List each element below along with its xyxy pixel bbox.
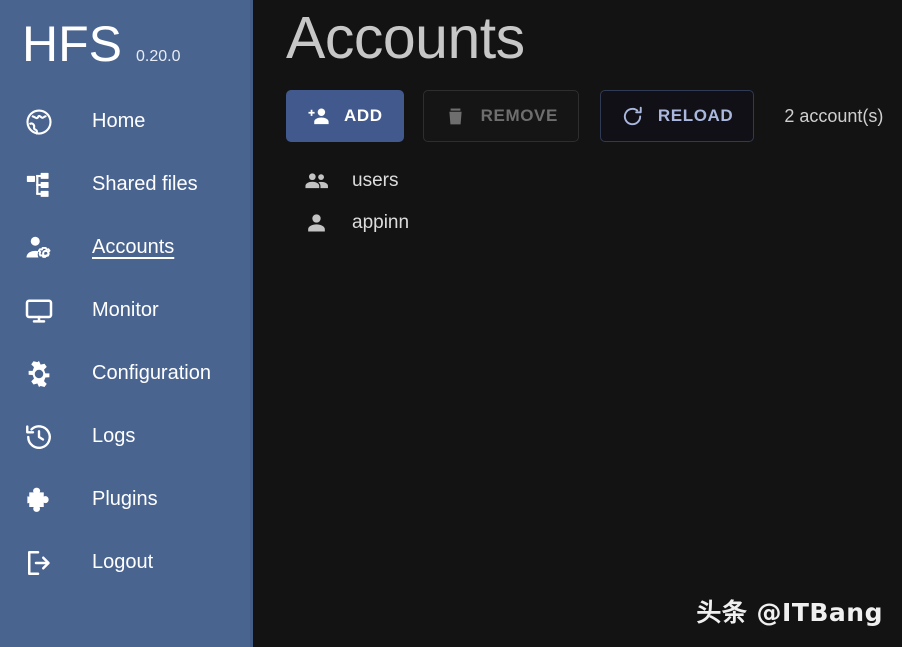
sidebar-item-accounts[interactable]: Accounts — [0, 216, 250, 279]
sidebar-nav: Home Shared files Accounts Monitor Confi… — [0, 90, 250, 594]
main-content: Accounts ADD REMOVE RELOAD 2 account(s) … — [253, 0, 902, 647]
account-list: users appinn — [286, 160, 902, 244]
sidebar-item-configuration[interactable]: Configuration — [0, 342, 250, 405]
sidebar-item-plugins[interactable]: Plugins — [0, 468, 250, 531]
app-window: HFS 0.20.0 Home Shared files Accounts Mo… — [0, 0, 902, 647]
sidebar-item-logout[interactable]: Logout — [0, 531, 250, 594]
trash-icon — [444, 104, 468, 128]
gear-icon — [22, 357, 56, 391]
toolbar: ADD REMOVE RELOAD 2 account(s) — [286, 90, 902, 142]
page-title: Accounts — [286, 5, 525, 71]
puzzle-icon — [22, 483, 56, 517]
person-add-icon — [307, 104, 331, 128]
sidebar-item-label: Accounts — [92, 236, 175, 258]
sidebar-item-label: Logout — [92, 551, 154, 573]
remove-button-label: REMOVE — [480, 106, 558, 125]
manage-accounts-icon — [22, 231, 56, 265]
refresh-icon — [621, 104, 645, 128]
account-count: 2 account(s) — [784, 105, 884, 126]
sidebar-item-label: Shared files — [92, 173, 198, 195]
sidebar-item-label: Home — [92, 110, 146, 132]
sidebar-item-logs[interactable]: Logs — [0, 405, 250, 468]
reload-button[interactable]: RELOAD — [599, 90, 755, 142]
remove-button[interactable]: REMOVE — [422, 90, 579, 142]
sidebar-item-label: Logs — [92, 425, 136, 447]
app-version: 0.20.0 — [136, 48, 181, 65]
sidebar: HFS 0.20.0 Home Shared files Accounts Mo… — [0, 0, 253, 647]
watermark: 头条 @ITBang — [696, 598, 883, 627]
file-tree-icon — [22, 168, 56, 202]
logout-icon — [22, 546, 56, 580]
sidebar-item-label: Plugins — [92, 488, 158, 510]
sidebar-item-label: Monitor — [92, 299, 159, 321]
account-name: appinn — [352, 212, 410, 233]
sidebar-item-home[interactable]: Home — [0, 90, 250, 153]
reload-button-label: RELOAD — [657, 106, 734, 125]
brand: HFS 0.20.0 — [0, 0, 250, 86]
account-name: users — [352, 170, 399, 191]
group-icon — [301, 166, 331, 196]
sidebar-item-monitor[interactable]: Monitor — [0, 279, 250, 342]
monitor-icon — [22, 294, 56, 328]
history-icon — [22, 420, 56, 454]
app-name: HFS — [22, 16, 122, 72]
add-button[interactable]: ADD — [286, 90, 404, 142]
list-item[interactable]: users — [301, 160, 902, 202]
list-item[interactable]: appinn — [301, 202, 902, 244]
person-icon — [301, 208, 331, 238]
sidebar-item-label: Configuration — [92, 362, 211, 384]
add-button-label: ADD — [344, 106, 383, 125]
sidebar-item-shared-files[interactable]: Shared files — [0, 153, 250, 216]
globe-icon — [22, 105, 56, 139]
